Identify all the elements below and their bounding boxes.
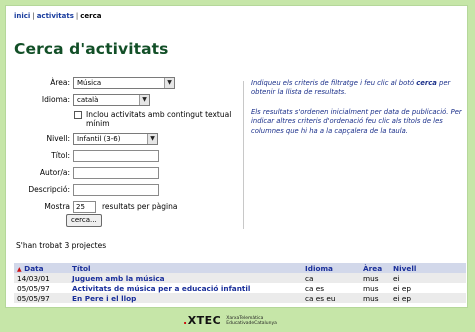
area-select-value: Música bbox=[77, 79, 102, 87]
sort-asc-icon: ▲ bbox=[17, 265, 22, 273]
table-row: 14/03/01 Juguem amb la música ca mus ei bbox=[14, 273, 466, 283]
area-label: Àrea: bbox=[50, 78, 70, 87]
breadcrumb-current: cerca bbox=[80, 12, 102, 20]
xtec-logo: .XTEC XarxaTelemàtica EducativadeCataluny… bbox=[183, 314, 277, 327]
results-table: ▲ Data Títol Idioma Àrea Nivell 14/03/01… bbox=[14, 263, 466, 303]
column-header-level[interactable]: Nivell bbox=[390, 263, 466, 273]
breadcrumb-home-link[interactable]: inici bbox=[14, 12, 30, 20]
author-label: Autor/a: bbox=[39, 168, 70, 177]
cell-title: Juguem amb la música bbox=[69, 273, 302, 283]
main-panel: inici | activitats | cerca Cerca d'activitat… bbox=[5, 5, 468, 308]
cell-level: ei bbox=[390, 273, 466, 283]
cell-area: mus bbox=[360, 283, 390, 293]
column-header-area[interactable]: Àrea bbox=[360, 263, 390, 273]
chevron-down-icon: ▼ bbox=[139, 95, 149, 105]
language-label: Idioma: bbox=[41, 95, 70, 104]
results-count: S'han trobat 3 projectes bbox=[16, 241, 107, 250]
cell-area: mus bbox=[360, 273, 390, 283]
activity-title-link[interactable]: Activitats de música per a educació infa… bbox=[72, 284, 250, 293]
page-title: Cerca d'activitats bbox=[14, 40, 169, 58]
cell-level: ei ep bbox=[390, 283, 466, 293]
chevron-down-icon: ▼ bbox=[147, 134, 157, 144]
help-text-1a: Indiqueu els criteris de filtratge i feu… bbox=[251, 79, 417, 87]
breadcrumb-activities-link[interactable]: activitats bbox=[37, 12, 74, 20]
level-label: Nivell: bbox=[46, 134, 70, 143]
cell-date: 05/05/97 bbox=[14, 293, 69, 303]
description-label: Descripció: bbox=[28, 185, 70, 194]
activity-title-link[interactable]: Juguem amb la música bbox=[72, 274, 165, 283]
column-header-title[interactable]: Títol bbox=[69, 263, 302, 273]
search-button[interactable]: cerca... bbox=[66, 214, 102, 227]
show-label: Mostra bbox=[44, 202, 70, 211]
level-select[interactable]: Infantil (3-6) ▼ bbox=[73, 133, 158, 145]
cell-language: ca es eu bbox=[302, 293, 360, 303]
title-label: Títol: bbox=[51, 151, 70, 160]
cell-level: ei ep bbox=[390, 293, 466, 303]
xtec-logo-text: XTEC bbox=[187, 314, 222, 327]
column-header-date-label: Data bbox=[24, 263, 44, 273]
xtec-logo-subtitle: XarxaTelemàtica EducativadeCatalunya bbox=[226, 316, 277, 326]
include-minimal-text-label: Inclou activitats amb contingut textual … bbox=[86, 110, 232, 128]
title-input[interactable] bbox=[73, 150, 159, 162]
cell-language: ca es bbox=[302, 283, 360, 293]
table-row: 05/05/97 En Pere i el llop ca es eu mus … bbox=[14, 293, 466, 303]
xtec-logo-sub2: EducativadeCatalunya bbox=[226, 320, 277, 326]
chevron-down-icon: ▼ bbox=[164, 78, 174, 88]
results-per-page-input[interactable]: 25 bbox=[73, 201, 96, 213]
cell-date: 05/05/97 bbox=[14, 283, 69, 293]
breadcrumb: inici | activitats | cerca bbox=[14, 12, 101, 20]
column-header-language[interactable]: Idioma bbox=[302, 263, 360, 273]
help-text-1-bold: cerca bbox=[416, 79, 437, 87]
description-input[interactable] bbox=[73, 184, 159, 196]
cell-title: En Pere i el llop bbox=[69, 293, 302, 303]
help-text-1: Indiqueu els criteris de filtratge i feu… bbox=[251, 79, 466, 98]
table-header-row: ▲ Data Títol Idioma Àrea Nivell bbox=[14, 263, 466, 273]
author-input[interactable] bbox=[73, 167, 159, 179]
language-select[interactable]: català ▼ bbox=[73, 94, 150, 106]
level-select-value: Infantil (3-6) bbox=[77, 135, 121, 143]
column-header-date[interactable]: ▲ Data bbox=[14, 263, 69, 273]
language-select-value: català bbox=[77, 96, 99, 104]
area-select[interactable]: Música ▼ bbox=[73, 77, 175, 89]
vertical-divider bbox=[243, 81, 244, 229]
help-text-2: Els resultats s'ordenen inicialment per … bbox=[251, 108, 462, 135]
cell-area: mus bbox=[360, 293, 390, 303]
xtec-logo-mark: .XTEC bbox=[183, 314, 222, 327]
cell-date: 14/03/01 bbox=[14, 273, 69, 283]
activity-title-link[interactable]: En Pere i el llop bbox=[72, 294, 136, 303]
table-row: 05/05/97 Activitats de música per a educ… bbox=[14, 283, 466, 293]
per-page-suffix: resultats per pàgina bbox=[102, 202, 178, 211]
cell-title: Activitats de música per a educació infa… bbox=[69, 283, 302, 293]
cell-language: ca bbox=[302, 273, 360, 283]
include-minimal-text-checkbox[interactable] bbox=[74, 111, 82, 119]
